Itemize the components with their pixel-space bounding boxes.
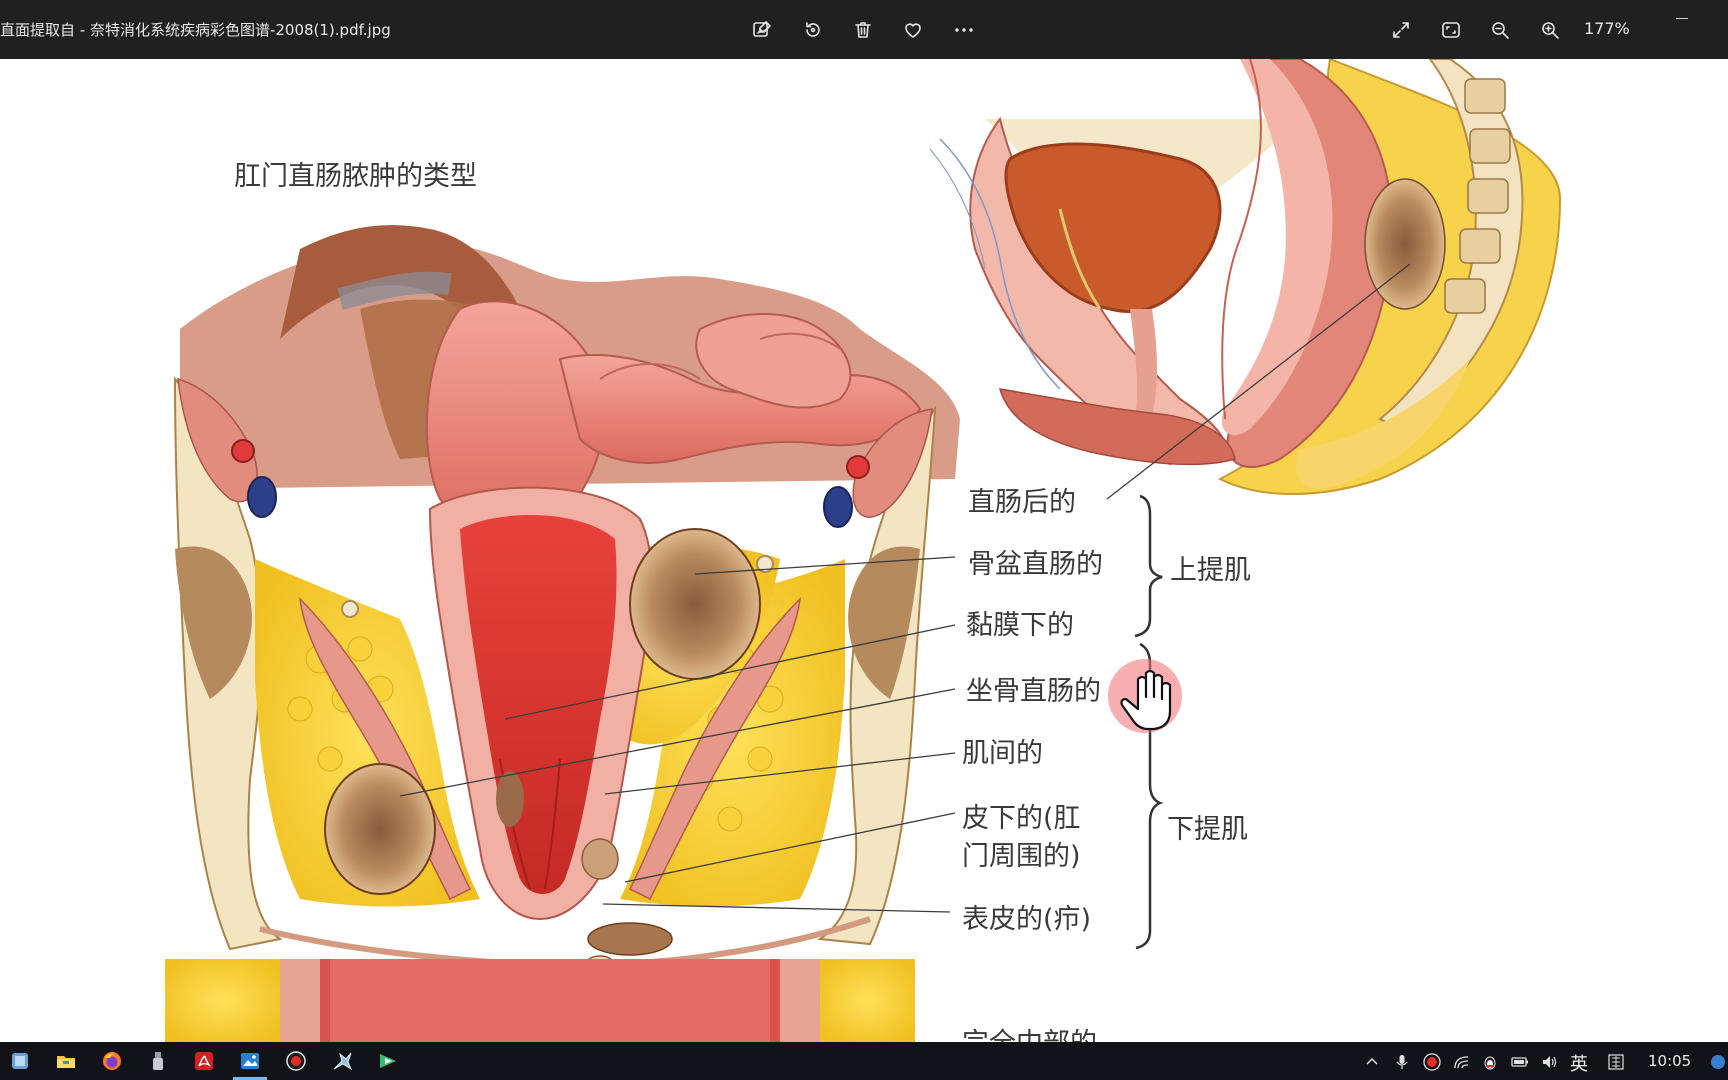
record-icon[interactable] [283, 1048, 309, 1074]
notification-icon[interactable] [1708, 1052, 1728, 1072]
taskbar: 英 10:05 [0, 1042, 1728, 1080]
more-icon[interactable] [948, 14, 980, 46]
photos-icon[interactable] [237, 1048, 263, 1074]
label-cut-off: 完全中部的 [962, 1021, 1097, 1042]
label-submucosal: 黏膜下的 [966, 610, 1074, 641]
label-ischiorectal: 坐骨直肠的 [966, 676, 1101, 707]
recording-indicator-icon[interactable] [1422, 1052, 1442, 1072]
label-intermuscular: 肌间的 [962, 738, 1043, 769]
label-infralevator: 下提肌 [1167, 814, 1248, 845]
file-explorer-icon[interactable] [53, 1048, 79, 1074]
volume-icon[interactable] [1540, 1052, 1560, 1072]
label-retrorectal: 直肠后的 [968, 487, 1076, 518]
chevron-up-icon[interactable] [1362, 1052, 1382, 1072]
battery-icon[interactable] [1510, 1052, 1530, 1072]
figure-heading: 肛门直肠脓肿的类型 [234, 161, 477, 192]
qq-penguin-icon[interactable] [1480, 1052, 1500, 1072]
hand-pointer-icon [1120, 669, 1172, 731]
acrobat-icon[interactable] [191, 1048, 217, 1074]
system-clock[interactable]: 10:05 [1648, 1052, 1691, 1070]
hand-cursor [1108, 659, 1182, 733]
ime-mode-icon[interactable] [1606, 1052, 1626, 1072]
ime-language-indicator[interactable]: 英 [1570, 1050, 1588, 1076]
app-icon[interactable] [375, 1048, 401, 1074]
edit-image-icon[interactable] [746, 14, 778, 46]
delete-icon[interactable] [847, 14, 879, 46]
tool-icon[interactable] [329, 1048, 355, 1074]
label-pelvirectal: 骨盆直肠的 [968, 549, 1103, 580]
title-bar: 直面提取自 - 奈特消化系统疾病彩色图谱-2008(1).pdf.jpg 177… [0, 0, 1728, 59]
zoom-in-icon[interactable] [1534, 14, 1566, 46]
usb-icon[interactable] [145, 1048, 171, 1074]
zoom-level[interactable]: 177% [1584, 19, 1630, 38]
sagittal-section [929, 59, 1562, 495]
wifi-icon[interactable] [1452, 1052, 1472, 1072]
fit-window-icon[interactable] [1435, 14, 1467, 46]
coronal-section [173, 225, 960, 973]
anatomical-illustration [165, 59, 1562, 1042]
firefox-icon[interactable] [99, 1048, 125, 1074]
partial-bottom-figure [165, 959, 915, 1042]
image-viewport[interactable]: 肛门直肠脓肿的类型 直肠后的 骨盆直肠的 黏膜下的 坐骨直肠的 肌间的 皮下的(… [0, 59, 1728, 1042]
window-title: 直面提取自 - 奈特消化系统疾病彩色图谱-2008(1).pdf.jpg [0, 21, 391, 39]
microphone-icon[interactable] [1392, 1052, 1412, 1072]
label-supralevator: 上提肌 [1170, 555, 1251, 586]
tablet-icon[interactable] [7, 1048, 33, 1074]
zoom-out-icon[interactable] [1484, 14, 1516, 46]
rotate-icon[interactable] [797, 14, 829, 46]
label-subcutaneous-line2: 门周围的) [962, 841, 1081, 872]
fullscreen-icon[interactable] [1385, 14, 1417, 46]
label-subcutaneous-line1: 皮下的(肛 [962, 803, 1081, 834]
label-cutaneous: 表皮的(疖) [962, 904, 1092, 935]
minimize-button[interactable] [1668, 10, 1696, 30]
favorite-icon[interactable] [897, 14, 929, 46]
